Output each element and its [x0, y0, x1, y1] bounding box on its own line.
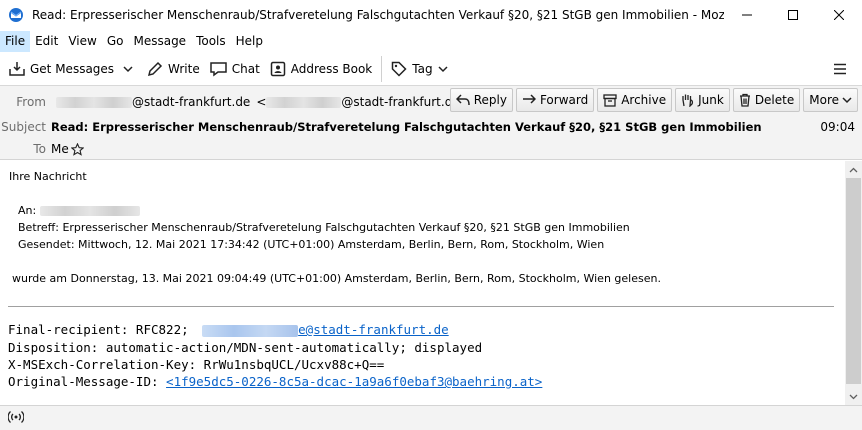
body-divider — [8, 306, 834, 307]
body-betreff: Betreff: Erpresserischer Menschenraub/St… — [18, 221, 630, 234]
thunderbird-icon — [8, 7, 24, 23]
body-an-label: An: — [18, 204, 37, 217]
to-row: To Me — [0, 139, 84, 159]
main-toolbar: Get Messages Write Chat Address Book Tag — [0, 52, 862, 86]
correlation-line: X-MSExch-Correlation-Key: RrWu1nsbqUCL/U… — [8, 357, 385, 372]
subject-text: Read: Erpresserischer Menschenraub/Straf… — [51, 120, 762, 134]
hamburger-menu-icon — [834, 63, 846, 74]
toolbar-separator — [381, 55, 383, 82]
menu-go[interactable]: Go — [102, 31, 129, 52]
menu-message[interactable]: Message — [128, 31, 191, 52]
get-messages-button[interactable]: Get Messages — [4, 56, 119, 82]
disposition-line: Disposition: automatic-action/MDN-sent-a… — [8, 340, 483, 355]
get-messages-label: Get Messages — [30, 61, 115, 76]
header-action-buttons: Reply Forward Archive Junk Delete More — [447, 88, 858, 112]
redacted-recipient — [39, 206, 140, 216]
chevron-down-icon — [438, 65, 448, 72]
reply-arrow-icon — [455, 94, 470, 106]
maximize-button[interactable] — [770, 0, 816, 31]
from-label: From — [16, 95, 46, 109]
scroll-down-arrow[interactable] — [845, 388, 862, 405]
scroll-up-arrow[interactable] — [845, 161, 862, 178]
subject-label: Subject — [1, 120, 46, 134]
scroll-thumb[interactable] — [846, 178, 861, 384]
get-messages-dropdown[interactable] — [119, 56, 142, 82]
delete-button[interactable]: Delete — [732, 88, 801, 112]
body-scrollbar[interactable] — [845, 161, 862, 405]
forward-label: Forward — [539, 93, 589, 107]
final-recipient-line: Final-recipient: RFC822; e@stadt-frankfu… — [8, 322, 449, 337]
reply-button[interactable]: Reply — [449, 88, 513, 112]
trash-icon — [739, 93, 750, 107]
title-bar: Read: Erpresserischer Menschenraub/Straf… — [0, 0, 862, 31]
original-message-line: Original-Message-ID: <1f9e5dc5-0226-8c5a… — [8, 374, 542, 389]
chat-label: Chat — [231, 61, 260, 76]
junk-hand-icon — [682, 94, 694, 107]
online-status-icon[interactable] — [7, 410, 25, 427]
final-recipient-label: Final-recipient: RFC822; — [8, 322, 189, 337]
from-domain[interactable]: @stadt-frankfurt.de — [132, 95, 250, 109]
message-body: Ihre Nachricht An: Betreff: Erpresserisc… — [0, 161, 845, 405]
menu-edit[interactable]: Edit — [30, 31, 63, 52]
redacted-sender-name — [56, 96, 132, 108]
body-gesendet: Gesendet: Mittwoch, 12. Mai 2021 17:34:4… — [18, 238, 605, 251]
archive-label: Archive — [621, 93, 667, 107]
forward-button[interactable]: Forward — [515, 88, 595, 112]
redacted-final-recipient — [202, 324, 299, 337]
close-button[interactable] — [816, 0, 862, 31]
junk-label: Junk — [698, 93, 724, 107]
tag-label: Tag — [412, 61, 433, 76]
tag-button[interactable]: Tag — [386, 56, 452, 82]
pencil-icon — [148, 61, 163, 76]
menu-help[interactable]: Help — [231, 31, 268, 52]
address-book-icon — [270, 61, 286, 76]
chat-bubble-icon — [209, 61, 227, 76]
archive-button[interactable]: Archive — [597, 88, 673, 112]
to-label: To — [33, 142, 46, 156]
from-lt: < — [256, 95, 267, 109]
chevron-down-icon — [842, 97, 852, 104]
body-gelesen: wurde am Donnerstag, 13. Mai 2021 09:04:… — [12, 272, 661, 285]
app-menu-button[interactable] — [828, 56, 852, 82]
address-book-label: Address Book — [290, 61, 373, 76]
final-recipient-link[interactable]: e@stadt-frankfurt.de — [298, 322, 449, 337]
subject-row: Subject Read: Erpresserischer Menschenra… — [0, 117, 862, 137]
status-bar — [0, 405, 862, 430]
reply-label: Reply — [473, 93, 507, 107]
message-time: 09:04 — [820, 120, 855, 134]
to-recipient[interactable]: Me — [51, 142, 69, 156]
write-button[interactable]: Write — [142, 56, 205, 82]
junk-button[interactable]: Junk — [675, 88, 730, 112]
chat-button[interactable]: Chat — [205, 56, 265, 82]
menu-bar: File Edit View Go Message Tools Help — [0, 31, 862, 52]
more-label: More — [809, 93, 839, 107]
write-label: Write — [168, 61, 200, 76]
from-row: From @stadt-frankfurt.de < @stadt-frankf… — [0, 92, 486, 112]
original-message-link[interactable]: <1f9e5dc5-0226-8c5a-dcac-1a9a6f0ebaf3@ba… — [166, 374, 542, 389]
star-icon[interactable] — [70, 142, 84, 156]
tag-icon — [392, 61, 407, 77]
body-an-line: An: — [18, 204, 140, 217]
menu-tools[interactable]: Tools — [191, 31, 231, 52]
forward-arrow-icon — [522, 94, 536, 104]
chevron-down-icon — [123, 65, 133, 72]
minimize-button[interactable] — [724, 0, 770, 31]
body-intro: Ihre Nachricht — [9, 170, 87, 183]
original-message-label: Original-Message-ID: — [8, 374, 159, 389]
delete-label: Delete — [754, 93, 795, 107]
more-button[interactable]: More — [803, 88, 858, 112]
inbox-download-icon — [9, 61, 25, 76]
window-title: Read: Erpresserischer Menschenraub/Straf… — [32, 8, 724, 22]
archive-box-icon — [603, 93, 617, 107]
redacted-sender-address — [266, 96, 342, 108]
menu-file[interactable]: File — [0, 31, 31, 52]
address-book-button[interactable]: Address Book — [265, 56, 377, 82]
menu-view[interactable]: View — [63, 31, 101, 52]
